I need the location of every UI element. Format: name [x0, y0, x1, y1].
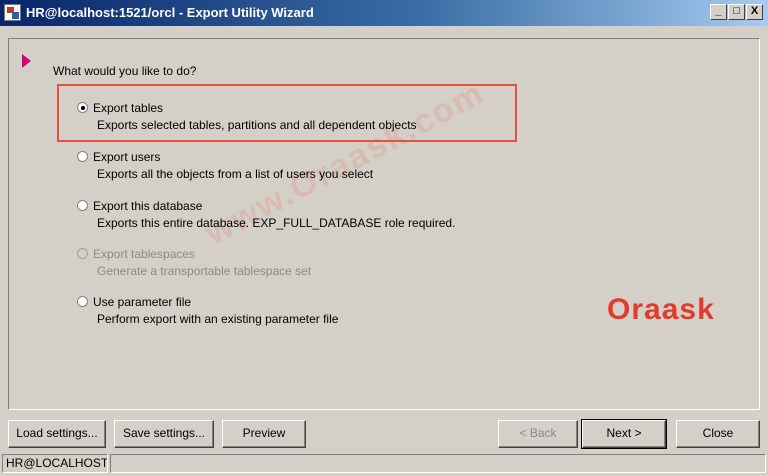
- status-bar: HR@LOCALHOST: [0, 452, 768, 476]
- title-bar[interactable]: HR@localhost:1521/orcl - Export Utility …: [0, 0, 768, 26]
- status-connection: HR@LOCALHOST: [2, 454, 108, 473]
- step-arrow-icon: [22, 54, 31, 68]
- radio-export-tables[interactable]: [77, 102, 88, 113]
- wizard-panel: What would you like to do? www.Oraask.co…: [8, 38, 760, 410]
- option-label: Export tables: [93, 101, 164, 115]
- close-window-button[interactable]: X: [746, 4, 763, 20]
- option-label: Export users: [93, 150, 161, 164]
- oraask-logo: Oraask: [607, 293, 715, 326]
- option-label: Use parameter file: [93, 295, 192, 309]
- load-settings-button[interactable]: Load settings...: [8, 420, 106, 448]
- status-message: [110, 454, 766, 473]
- minimize-button[interactable]: _: [710, 4, 727, 20]
- save-settings-button[interactable]: Save settings...: [114, 420, 214, 448]
- option-description: Generate a transportable tablespace set: [97, 264, 312, 278]
- back-button: < Back: [498, 420, 578, 448]
- option-description: Exports selected tables, partitions and …: [97, 118, 417, 132]
- radio-export-tablespaces: [77, 248, 88, 259]
- preview-button[interactable]: Preview: [222, 420, 306, 448]
- option-description: Perform export with an existing paramete…: [97, 312, 339, 326]
- radio-parameter-file[interactable]: [77, 296, 88, 307]
- maximize-button[interactable]: □: [728, 4, 745, 20]
- option-description: Exports this entire database. EXP_FULL_D…: [97, 216, 456, 230]
- next-button[interactable]: Next >: [581, 419, 667, 449]
- radio-export-users[interactable]: [77, 151, 88, 162]
- radio-export-database[interactable]: [77, 200, 88, 211]
- close-button[interactable]: Close: [676, 420, 760, 448]
- option-label: Export tablespaces: [93, 247, 196, 261]
- option-label: Export this database: [93, 199, 203, 213]
- option-description: Exports all the objects from a list of u…: [97, 167, 374, 181]
- wizard-question: What would you like to do?: [53, 64, 197, 78]
- app-icon[interactable]: [4, 4, 21, 21]
- window-title: HR@localhost:1521/orcl - Export Utility …: [26, 5, 314, 20]
